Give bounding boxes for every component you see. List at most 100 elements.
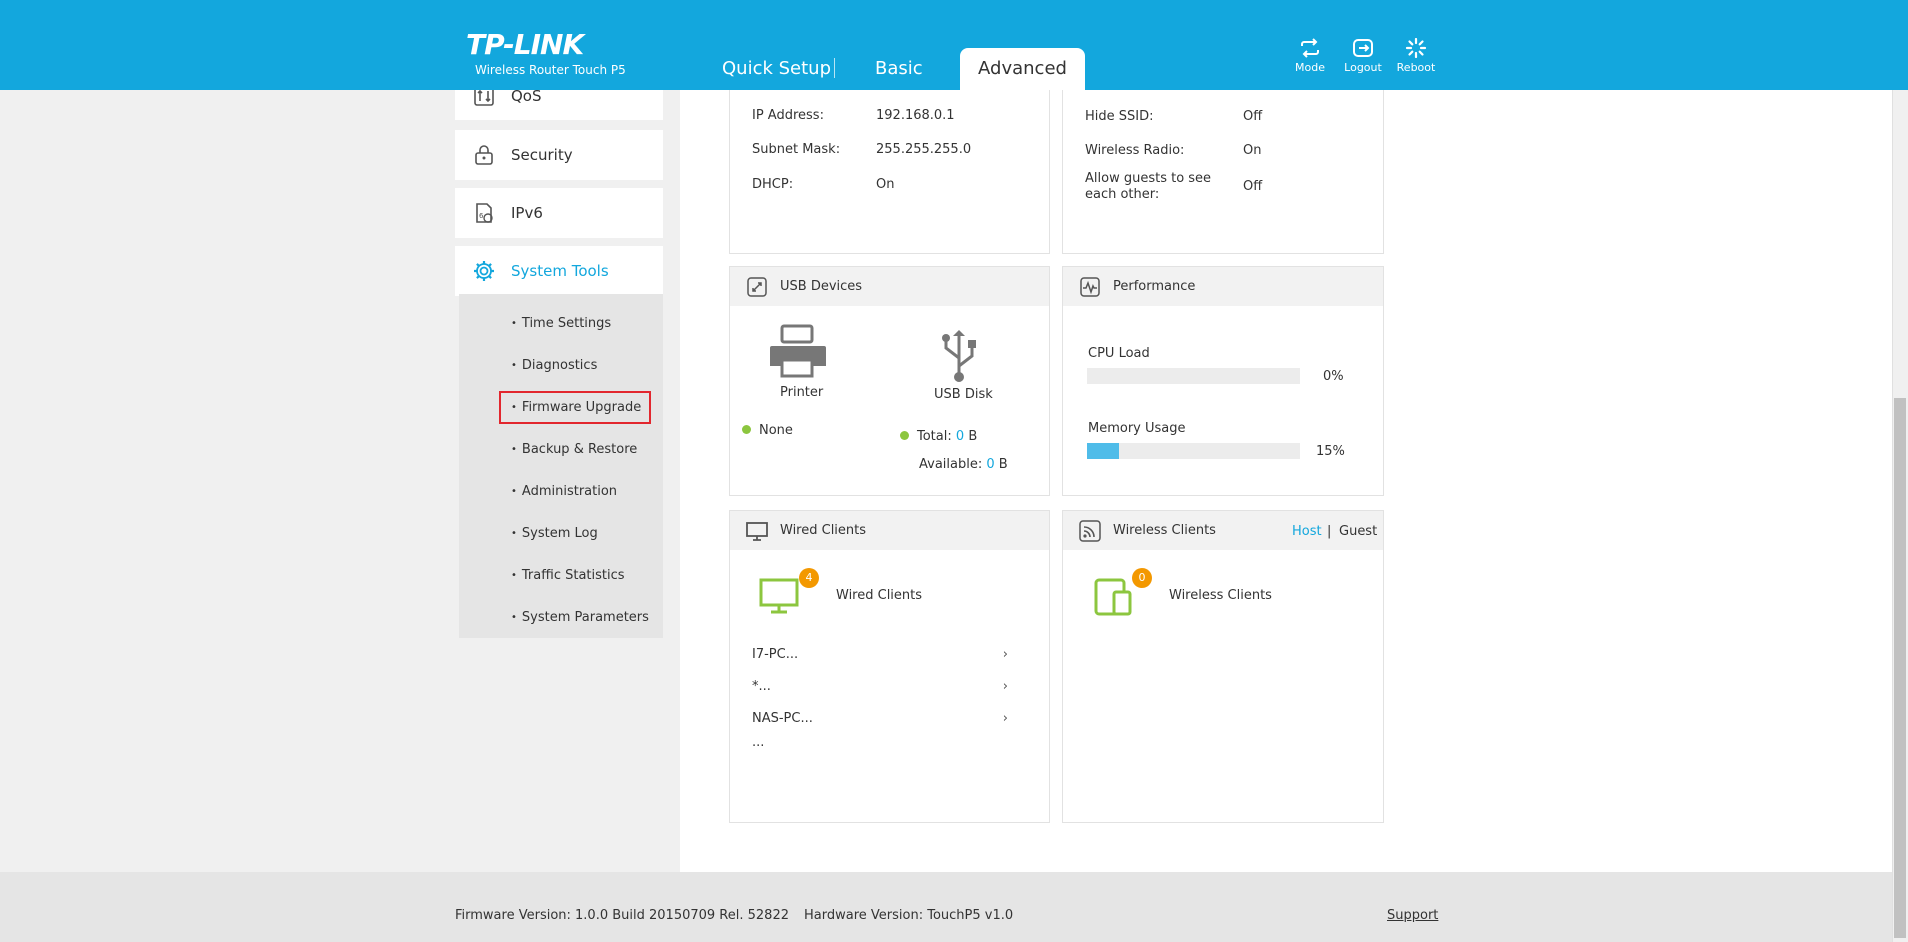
printer-label: Printer <box>780 385 824 400</box>
submenu-traffic-statistics[interactable]: Traffic Statistics <box>511 568 625 583</box>
usb-available-label: Available: <box>919 457 983 472</box>
submenu-diagnostics[interactable]: Diagnostics <box>511 358 597 373</box>
sidebar-item-label: Security <box>511 146 573 164</box>
status-dot <box>742 425 751 434</box>
sidebar-item-label: System Tools <box>511 262 609 280</box>
scrollbar-thumb[interactable] <box>1894 398 1906 938</box>
host-guest-separator: | <box>1327 524 1332 539</box>
firmware-version: Firmware Version: 1.0.0 Build 20150709 R… <box>455 908 789 923</box>
chevron-right-icon: › <box>1002 711 1008 726</box>
guest-network-panel <box>1062 80 1384 254</box>
monitor-icon <box>746 520 768 542</box>
tab-quick-setup[interactable]: Quick Setup <box>722 48 831 90</box>
cpu-load-value: 0% <box>1323 369 1344 384</box>
support-link[interactable]: Support <box>1387 908 1438 923</box>
wired-client-row[interactable]: *... › <box>752 679 1008 694</box>
usb-available: Available: 0 B <box>919 457 1008 472</box>
logout-icon <box>1353 39 1373 57</box>
tab-basic[interactable]: Basic <box>875 48 923 90</box>
logout-label: Logout <box>1344 61 1382 74</box>
logout-button[interactable]: Logout <box>1335 38 1391 74</box>
reboot-icon <box>1405 38 1427 58</box>
usb-total: Total: 0 B <box>900 429 977 444</box>
reboot-label: Reboot <box>1396 61 1436 74</box>
ipv6-icon: 6 <box>473 202 495 224</box>
footer: Firmware Version: 1.0.0 Build 20150709 R… <box>0 872 1908 942</box>
usb-available-value: 0 <box>986 457 995 472</box>
gear-icon <box>473 260 495 282</box>
usb-total-label: Total: <box>917 429 952 444</box>
reboot-button[interactable]: Reboot <box>1388 38 1444 74</box>
usb-disk-label: USB Disk <box>934 387 993 402</box>
sidebar-item-security[interactable]: Security <box>455 130 663 180</box>
printer-status-value: None <box>759 423 793 438</box>
usb-icon <box>746 276 768 298</box>
client-name: *... <box>752 679 771 694</box>
wireless-radio-label: Wireless Radio: <box>1085 143 1185 158</box>
submenu-administration[interactable]: Administration <box>511 484 617 499</box>
wireless-clients-label: Wireless Clients <box>1169 588 1272 603</box>
subnet-mask-value: 255.255.255.0 <box>876 142 972 157</box>
wireless-clients-header: Wireless Clients <box>1063 511 1383 550</box>
sidebar-item-label: IPv6 <box>511 204 543 222</box>
hardware-version: Hardware Version: TouchP5 v1.0 <box>804 908 1014 923</box>
chevron-right-icon: › <box>1002 679 1008 694</box>
dhcp-label: DHCP: <box>752 177 794 192</box>
dhcp-value: On <box>876 177 895 192</box>
usb-devices-header: USB Devices <box>730 267 1049 306</box>
memory-usage-fill <box>1087 443 1119 459</box>
wireless-radio-value: On <box>1243 143 1262 158</box>
subnet-mask-label: Subnet Mask: <box>752 142 841 157</box>
performance-icon <box>1079 276 1101 298</box>
submenu-firmware-upgrade[interactable]: Firmware Upgrade <box>511 400 641 415</box>
system-tools-submenu <box>459 294 663 638</box>
wired-clients-label: Wired Clients <box>836 588 923 603</box>
tab-advanced[interactable]: Advanced <box>960 48 1085 90</box>
usb-total-value: 0 <box>955 429 965 444</box>
memory-usage-bar <box>1087 443 1300 459</box>
usb-total-unit: B <box>968 429 978 444</box>
wireless-clients-count-badge: 0 <box>1132 568 1152 588</box>
wired-clients-count-badge: 4 <box>799 568 819 588</box>
allow-guests-label-1: Allow guests to see <box>1085 171 1212 186</box>
wireless-client-device-icon <box>1094 578 1132 616</box>
wired-clients-panel: Wired Clients <box>729 510 1050 823</box>
guest-tab[interactable]: Guest <box>1339 524 1377 539</box>
performance-header: Performance <box>1063 267 1383 306</box>
wired-clients-title: Wired Clients <box>780 523 867 538</box>
sidebar-item-system-tools[interactable]: System Tools <box>455 246 663 296</box>
status-dot <box>900 431 909 440</box>
tab-separator <box>834 58 835 78</box>
mode-label: Mode <box>1295 61 1325 74</box>
chevron-right-icon: › <box>1002 647 1008 662</box>
ip-address-value: 192.168.0.1 <box>876 108 955 123</box>
lock-icon <box>473 144 495 166</box>
sidebar-item-ipv6[interactable]: 6 IPv6 <box>455 188 663 238</box>
printer-icon <box>770 324 826 378</box>
more-clients[interactable]: ... <box>752 735 764 750</box>
top-header: TP-LINK Wireless Router Touch P5 Quick S… <box>0 0 1908 90</box>
mode-button[interactable]: Mode <box>1282 38 1338 74</box>
wired-client-row[interactable]: NAS-PC... › <box>752 711 1008 726</box>
performance-title: Performance <box>1113 279 1196 294</box>
submenu-system-parameters[interactable]: System Parameters <box>511 610 649 625</box>
wifi-icon <box>1079 519 1101 542</box>
hide-ssid-label: Hide SSID: <box>1085 109 1154 124</box>
submenu-system-log[interactable]: System Log <box>511 526 598 541</box>
client-name: NAS-PC... <box>752 711 813 726</box>
wired-client-row[interactable]: I7-PC... › <box>752 647 1008 662</box>
mode-icon <box>1301 38 1319 58</box>
host-tab[interactable]: Host <box>1292 524 1322 539</box>
client-name: I7-PC... <box>752 647 799 662</box>
ip-address-label: IP Address: <box>752 108 824 123</box>
hide-ssid-value: Off <box>1243 109 1263 124</box>
submenu-backup-restore[interactable]: Backup & Restore <box>511 442 637 457</box>
cpu-load-label: CPU Load <box>1088 346 1150 361</box>
usb-devices-title: USB Devices <box>780 279 863 294</box>
submenu-time-settings[interactable]: Time Settings <box>511 316 611 331</box>
model-name: Wireless Router Touch P5 <box>475 63 626 77</box>
printer-status: None <box>742 423 793 438</box>
wireless-clients-panel: Wireless Clients <box>1062 510 1384 823</box>
usb-available-unit: B <box>998 457 1008 472</box>
svg-text:6: 6 <box>479 212 484 220</box>
